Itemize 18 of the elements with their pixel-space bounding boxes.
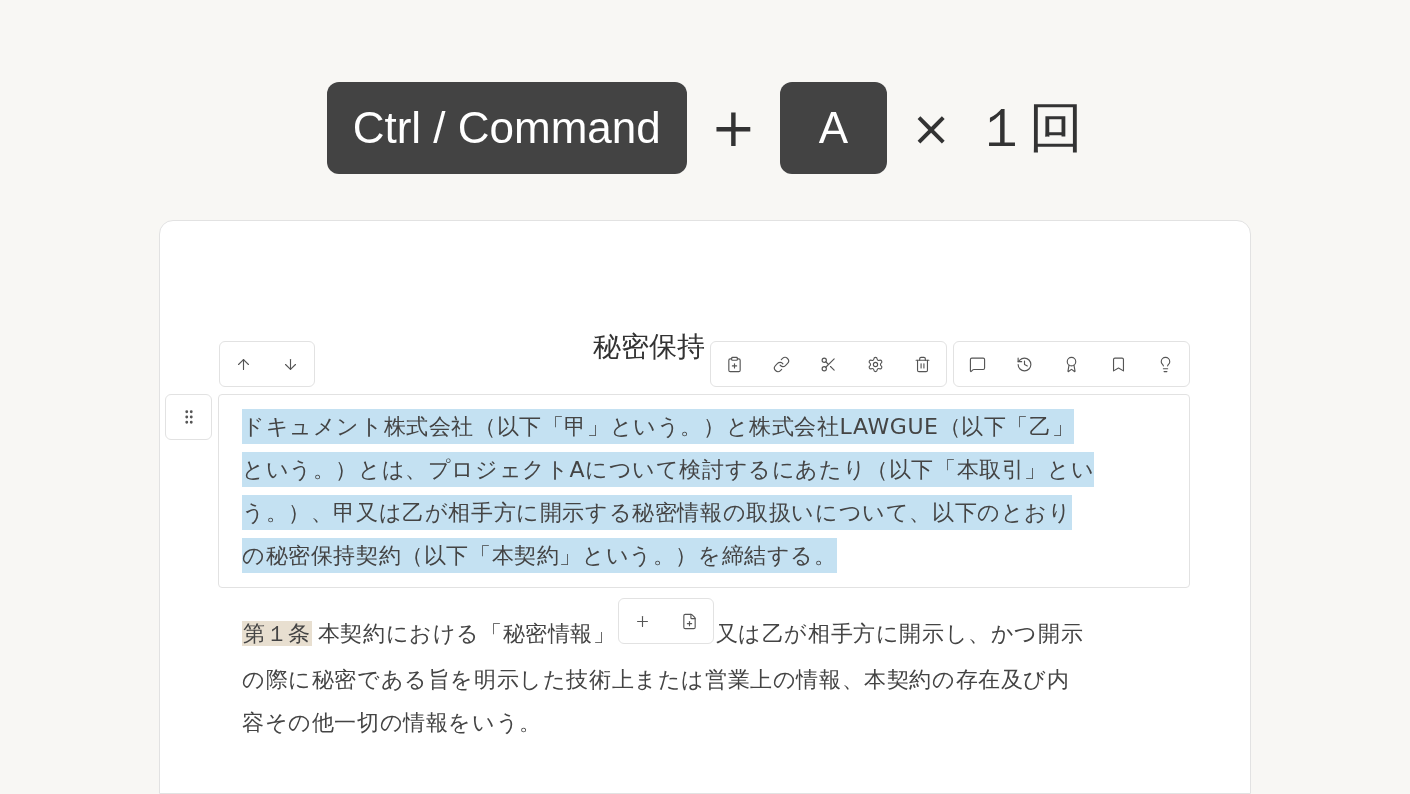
drag-handle[interactable]	[165, 394, 212, 440]
times-sign: ×	[911, 104, 952, 152]
history-icon	[1016, 355, 1033, 373]
paragraph-text: 第１条 本契約における「秘密情報」 又は乙が相手方に開示し、かつ開示 の際に秘密である旨を明示した技術上または営業上の情報、本契約の存在及び内 容その他一切の情報をいう。	[242, 612, 1166, 744]
repeat-count: １回	[975, 101, 1084, 155]
plus-sign: +	[710, 101, 757, 155]
scissors-icon	[820, 355, 837, 373]
paragraph-text: ドキュメント株式会社（以下「甲」という。）と株式会社LAWGUE（以下「乙」 という。）とは、プロジェクトAについて検討するにあたり（以下「本取引」とい う。）、甲又は乙が相手方に開示する秘密情報の取扱いについて、以下のとおり の秘密保持契約（以下「本契約」という。）を締結する。	[242, 405, 1166, 577]
settings-icon	[867, 355, 884, 373]
clipboard-plus-icon	[726, 355, 743, 373]
keyboard-key: Ctrl / Command	[326, 82, 687, 174]
comment-icon	[969, 355, 986, 373]
keyboard-key: A	[780, 82, 888, 174]
link-icon	[773, 355, 790, 373]
bookmark-icon	[1110, 355, 1127, 373]
document-title: 秘密保持	[593, 329, 705, 365]
trash-icon	[914, 355, 931, 373]
file-plus-icon	[680, 612, 698, 630]
